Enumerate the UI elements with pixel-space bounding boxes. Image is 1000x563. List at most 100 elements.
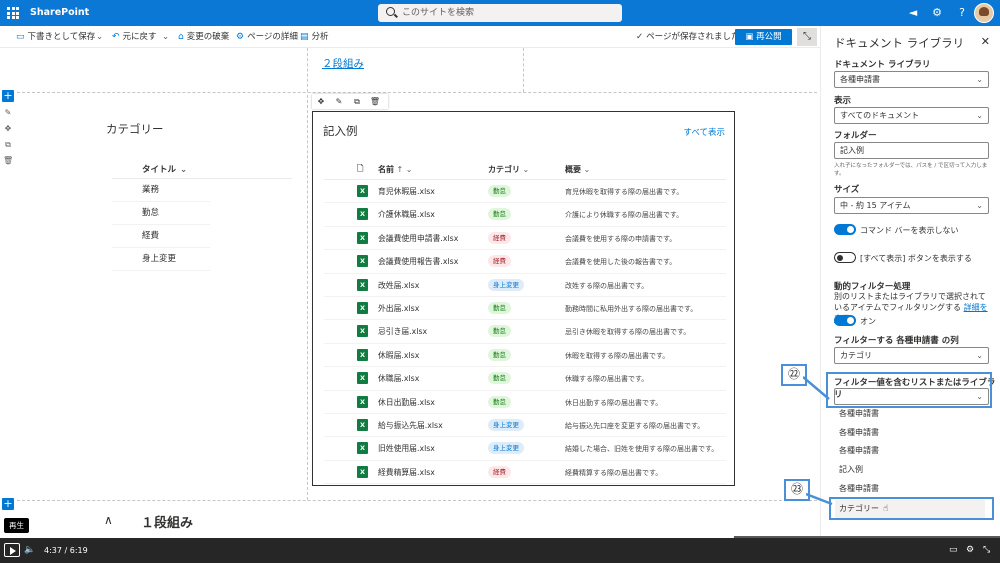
file-name[interactable]: 給与振込先届.xlsx	[378, 420, 443, 431]
undo-button[interactable]: ↶ 元に戻す	[112, 30, 157, 44]
app-launcher-icon[interactable]	[7, 7, 19, 19]
category-column-header[interactable]: タイトル ⌄	[112, 163, 292, 179]
delete-icon[interactable]: 🗑	[366, 94, 384, 109]
undo-options-chevron-icon[interactable]: ⌄	[162, 30, 169, 44]
excel-file-icon: X	[357, 442, 368, 455]
save-options-chevron-icon[interactable]: ⌄	[96, 30, 103, 44]
discard-button[interactable]: ⌂ 変更の破棄	[178, 30, 229, 44]
file-summary: 給与振込先口座を変更する際の届出書です。	[565, 421, 705, 430]
table-row[interactable]: X 忌引き届.xlsx 勤怠 忌引き休暇を取得する際の届出書です。	[324, 320, 726, 344]
excel-file-icon: X	[357, 301, 368, 314]
name-column-header[interactable]: 名前 ↑ ⌄	[378, 164, 413, 175]
category-badge: 勤怠	[488, 208, 511, 221]
webpart-toolbar: ✥ ✎ ⧉ 🗑	[312, 94, 388, 109]
table-row[interactable]: X 旧姓使用届.xlsx 身上変更 結婚した場合、旧姓を使用する際の届出書です。	[324, 437, 726, 461]
file-name[interactable]: 休日出勤届.xlsx	[378, 397, 435, 408]
analytics-button[interactable]: ▤ 分析	[300, 30, 329, 44]
dropdown-option[interactable]: 記入例	[835, 461, 985, 479]
app-name[interactable]: SharePoint	[30, 7, 89, 18]
file-summary: 会議費を使用した後の報告書です。	[565, 258, 677, 267]
captions-icon[interactable]: ▭	[949, 545, 958, 555]
file-name[interactable]: 会議費使用報告書.xlsx	[378, 256, 458, 267]
collapse-section-icon[interactable]: ∧	[104, 513, 113, 527]
save-draft-button[interactable]: ▭ 下書きとして保存	[16, 30, 95, 44]
view-dropdown[interactable]: すべてのドキュメント ⌄	[834, 107, 989, 124]
excel-file-icon: X	[357, 208, 368, 221]
show-all-link[interactable]: すべて表示	[683, 126, 725, 138]
library-dropdown[interactable]: 各種申請書 ⌄	[834, 71, 989, 88]
move-icon[interactable]: ✥	[312, 94, 330, 109]
top-section-link[interactable]: ２段組み	[322, 56, 364, 71]
table-row[interactable]: X 休暇届.xlsx 勤怠 休暇を取得する際の届出書です。	[324, 344, 726, 368]
gear-icon[interactable]: ⚙	[930, 6, 944, 20]
table-row[interactable]: X 給与振込先届.xlsx 身上変更 給与振込先口座を変更する際の届出書です。	[324, 414, 726, 438]
settings-icon[interactable]: ⚙	[966, 545, 974, 555]
volume-icon[interactable]: 🔈	[24, 545, 35, 555]
file-name[interactable]: 忌引き届.xlsx	[378, 326, 427, 337]
collapse-icon[interactable]: ⤡	[797, 28, 817, 46]
edit-icon[interactable]: ✎	[330, 94, 348, 109]
folder-input[interactable]: 記入例	[834, 142, 989, 159]
table-row[interactable]: X 会議費使用報告書.xlsx 経費 会議費を使用した後の報告書です。	[324, 250, 726, 274]
list-item[interactable]: 経費	[112, 225, 210, 248]
undo-icon: ↶	[112, 32, 120, 42]
table-row[interactable]: X 改姓届.xlsx 身上変更 改姓する際の届出書です。	[324, 274, 726, 297]
table-row[interactable]: X 経費精算届.xlsx 経費 経費精算する際の届出書です。	[324, 461, 726, 485]
settings-icon: ⚙	[236, 32, 245, 42]
show-all-button-toggle[interactable]	[834, 252, 856, 263]
file-name[interactable]: 旧姓使用届.xlsx	[378, 443, 435, 454]
dropdown-option[interactable]: 各種申請書	[835, 424, 985, 442]
megaphone-icon[interactable]: ◄	[906, 6, 920, 20]
collapse-player-icon[interactable]: ⤡	[983, 545, 990, 555]
table-row[interactable]: X 休日出勤届.xlsx 勤怠 休日出勤する際の届出書です。	[324, 391, 726, 414]
list-item[interactable]: 勤怠	[112, 202, 210, 225]
list-item[interactable]: 業務	[112, 179, 210, 202]
close-icon[interactable]: ✕	[981, 35, 990, 48]
file-name[interactable]: 改姓届.xlsx	[378, 280, 419, 291]
hide-command-bar-toggle[interactable]	[834, 224, 856, 235]
category-badge: 経費	[488, 255, 511, 268]
file-name[interactable]: 会議費使用申請書.xlsx	[378, 233, 458, 244]
summary-column-header[interactable]: 概要 ⌄	[565, 164, 590, 175]
file-name[interactable]: 休暇届.xlsx	[378, 350, 419, 361]
table-row[interactable]: X 外出届.xlsx 勤怠 勤務時間に私用外出する際の届出書です。	[324, 297, 726, 321]
add-section-icon[interactable]: +	[2, 90, 14, 102]
dynamic-filter-toggle[interactable]	[834, 315, 856, 326]
file-name[interactable]: 外出届.xlsx	[378, 303, 419, 314]
file-name[interactable]: 休職届.xlsx	[378, 373, 419, 384]
table-row[interactable]: X 育児休暇届.xlsx 勤怠 育児休暇を取得する際の届出書です。	[324, 180, 726, 204]
list-item[interactable]: 身上変更	[112, 248, 210, 271]
add-section-bottom-icon[interactable]: +	[2, 498, 14, 510]
category-column-header[interactable]: カテゴリ ⌄	[488, 164, 529, 175]
column-guide	[307, 48, 308, 92]
duplicate-icon[interactable]: ⧉	[348, 94, 366, 109]
republish-button[interactable]: ▣ 再公開	[735, 29, 792, 45]
page-details-button[interactable]: ⚙ ページの詳細	[236, 30, 298, 44]
video-time: 4:37 / 6:19	[44, 546, 88, 555]
dropdown-option[interactable]: 各種申請書	[835, 480, 985, 498]
file-summary: 忌引き休暇を取得する際の届出書です。	[565, 328, 691, 337]
move-section-icon[interactable]: ✥	[3, 124, 13, 134]
filter-column-dropdown[interactable]: カテゴリ ⌄	[834, 347, 989, 364]
size-dropdown[interactable]: 中 - 約 15 アイテム ⌄	[834, 197, 989, 214]
section-divider	[17, 92, 817, 93]
delete-section-icon[interactable]: 🗑	[3, 156, 13, 166]
dropdown-option[interactable]: 各種申請書	[835, 442, 985, 460]
duplicate-section-icon[interactable]: ⧉	[3, 140, 13, 150]
table-row[interactable]: X 会議費使用申請書.xlsx 経費 会議費を使用する際の申請書です。	[324, 227, 726, 251]
file-name[interactable]: 介護休職届.xlsx	[378, 209, 435, 220]
table-row[interactable]: X 休職届.xlsx 勤怠 休職する際の届出書です。	[324, 367, 726, 391]
checkmark-icon: ✓	[636, 32, 644, 42]
file-name[interactable]: 経費精算届.xlsx	[378, 467, 435, 478]
edit-section-icon[interactable]: ✎	[3, 108, 13, 118]
excel-file-icon: X	[357, 325, 368, 338]
table-row[interactable]: X 介護休職届.xlsx 勤怠 介護により休職する際の届出書です。	[324, 203, 726, 227]
avatar[interactable]	[974, 3, 994, 23]
search-box[interactable]: このサイトを検索	[378, 4, 622, 22]
category-badge: 身上変更	[488, 418, 524, 431]
play-icon[interactable]	[4, 543, 20, 557]
saved-status: ✓ ページが保存されました	[636, 30, 739, 44]
search-icon	[386, 7, 395, 16]
help-icon[interactable]: ?	[955, 6, 969, 20]
file-name[interactable]: 育児休暇届.xlsx	[378, 186, 435, 197]
